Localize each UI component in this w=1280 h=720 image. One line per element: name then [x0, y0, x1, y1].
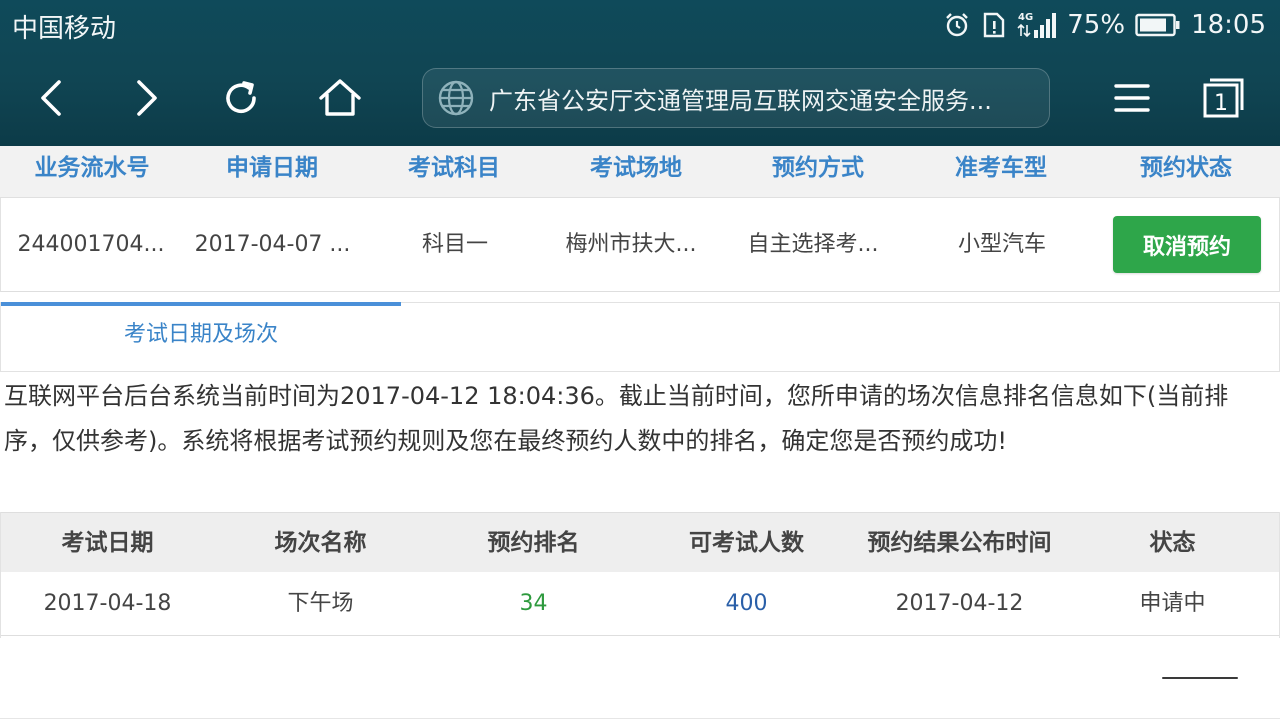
- cancel-reservation-button[interactable]: 取消预约: [1113, 216, 1261, 273]
- browser-header: 中国移动 4G 75% 18:05 广东省公安厅交通管理局互联网交通安全服务..…: [0, 0, 1280, 146]
- globe-icon: [438, 80, 474, 116]
- cell-subject: 科目一: [421, 232, 488, 257]
- header-subject: 考试科目: [408, 155, 500, 181]
- header-state: 状态: [1149, 530, 1196, 556]
- tab-bar: 考试日期及场次: [0, 302, 1280, 372]
- cell-vehicle: 小型汽车: [957, 232, 1046, 257]
- reservation-table: 业务流水号 申请日期 考试科目 考试场地 预约方式 准考车型 预约状态 2440…: [0, 146, 1280, 294]
- header-vehicle: 准考车型: [955, 155, 1047, 181]
- alarm-icon: [943, 11, 971, 39]
- status-bar: 中国移动 4G 75% 18:05: [0, 0, 1280, 50]
- cell-method: 自主选择考...: [747, 232, 879, 257]
- reload-button[interactable]: [214, 70, 270, 126]
- tab-count: 1: [1214, 91, 1228, 116]
- carrier-name: 中国移动: [12, 14, 117, 44]
- header-serial: 业务流水号: [34, 155, 150, 181]
- tabs-icon: 1: [1203, 78, 1244, 118]
- cell-venue: 梅州市扶大...: [565, 232, 697, 257]
- header-exam-date: 考试日期: [61, 530, 154, 556]
- cell-rank: 34: [519, 591, 548, 616]
- header-publish-time: 预约结果公布时间: [867, 530, 1052, 556]
- browser-toolbar: 广东省公安厅交通管理局互联网交通安全服务... 1: [0, 60, 1280, 136]
- forward-button[interactable]: [118, 70, 174, 126]
- battery-icon: [1135, 13, 1181, 37]
- address-bar[interactable]: 广东省公安厅交通管理局互联网交通安全服务...: [422, 68, 1050, 128]
- header-session-name: 场次名称: [274, 530, 367, 556]
- clock: 18:05: [1191, 10, 1266, 40]
- cell-exam-date: 2017-04-18: [43, 591, 172, 616]
- ranking-notice: 互联网平台后台系统当前时间为2017-04-12 18:04:36。截止当前时间…: [4, 382, 1229, 455]
- reservation-table-header: 业务流水号 申请日期 考试科目 考试场地 预约方式 准考车型 预约状态: [0, 146, 1280, 198]
- back-button[interactable]: [24, 70, 80, 126]
- cell-publish-time: 2017-04-12: [895, 591, 1024, 616]
- session-table-header: 考试日期 场次名称 预约排名 可考试人数 预约结果公布时间 状态: [1, 512, 1279, 572]
- signal-icon: 4G: [1017, 10, 1057, 40]
- menu-button[interactable]: [1104, 70, 1160, 126]
- session-table: 考试日期 场次名称 预约排名 可考试人数 预约结果公布时间 状态 2017-04…: [0, 512, 1280, 638]
- tab-divider: [401, 302, 1280, 303]
- header-venue: 考试场地: [590, 155, 682, 181]
- status-icons: 4G 75% 18:05: [943, 8, 1266, 42]
- tabs-button[interactable]: 1: [1196, 70, 1252, 126]
- header-status: 预约状态: [1140, 155, 1232, 181]
- page-title-url: 广东省公安厅交通管理局互联网交通安全服务...: [489, 86, 992, 115]
- network-type-label: 4G: [1018, 12, 1033, 23]
- chevron-left-icon: [41, 80, 61, 116]
- scroll-indicator: [1162, 677, 1238, 679]
- header-method: 预约方式: [772, 155, 864, 181]
- header-apply-date: 申请日期: [226, 155, 318, 181]
- header-capacity: 可考试人数: [689, 530, 804, 556]
- cell-state: 申请中: [1139, 591, 1206, 616]
- cell-serial: 244001704...: [17, 232, 165, 257]
- home-icon: [319, 79, 361, 116]
- sim-alert-icon: [981, 11, 1007, 39]
- cell-capacity: 400: [725, 591, 768, 616]
- header-rank: 预约排名: [487, 530, 580, 556]
- cell-apply-date: 2017-04-07 ...: [194, 232, 351, 257]
- home-button[interactable]: [312, 70, 368, 126]
- table-row: 244001704... 2017-04-07 ... 科目一 梅州市扶大...…: [0, 198, 1280, 292]
- chevron-right-icon: [137, 80, 157, 116]
- active-tab-indicator: [1, 302, 401, 306]
- battery-percent: 75%: [1067, 10, 1126, 40]
- table-row: 2017-04-18 下午场 34 400 2017-04-12 申请中: [1, 572, 1279, 636]
- refresh-icon: [226, 81, 256, 114]
- hamburger-menu-icon: [1114, 84, 1150, 112]
- tab-exam-sessions[interactable]: 考试日期及场次: [1, 316, 401, 348]
- cell-session-name: 下午场: [287, 591, 354, 616]
- footer-divider: [0, 718, 1280, 719]
